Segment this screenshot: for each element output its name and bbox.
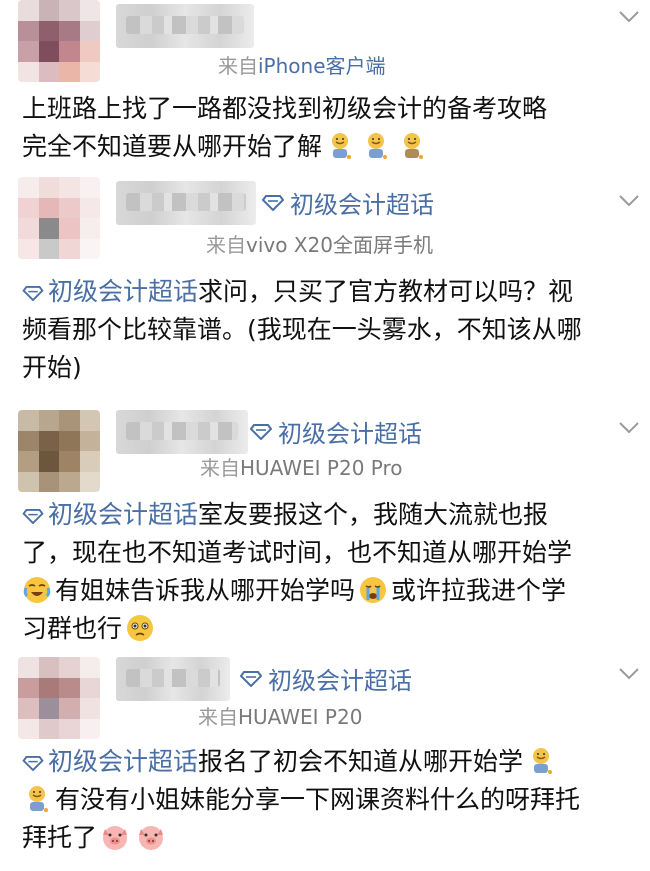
- device-name: HUAWEI P20 Pro: [240, 456, 403, 480]
- sad-face-icon: [533, 748, 553, 774]
- diamond-icon: [250, 423, 272, 440]
- topic-link[interactable]: 初级会计超话: [22, 500, 198, 529]
- sad-face-icon: [332, 133, 352, 159]
- post-text: 初级会计超话求问，只买了官方教材可以吗？视 频看那个比较靠谱。(我现在一头雾水，…: [22, 277, 582, 382]
- avatar[interactable]: [18, 410, 100, 492]
- username-blurred[interactable]: [116, 657, 230, 701]
- avatar[interactable]: [18, 177, 100, 259]
- topic-tag[interactable]: 初级会计超话: [262, 185, 434, 220]
- diamond-icon: [22, 756, 44, 771]
- device-name: HUAWEI P20: [238, 705, 363, 729]
- avatar[interactable]: [18, 657, 100, 739]
- diamond-icon: [22, 509, 44, 524]
- chevron-down-icon[interactable]: [618, 667, 640, 681]
- post-source: 来自iPhone客户端: [218, 54, 386, 78]
- pig-face-icon: [139, 826, 164, 850]
- pleading-face-icon: [127, 615, 154, 641]
- sad-face-icon: [368, 133, 388, 159]
- topic-tag[interactable]: 初级会计超话: [250, 414, 422, 449]
- post-text: 上班路上找了一路都没找到初级会计的备考攻略 完全不知道要从哪开始了解: [22, 94, 548, 161]
- post-source: 来自HUAWEI P20 Pro: [200, 456, 403, 480]
- post-text: 初级会计超话报名了初会不知道从哪开始学 有没有小姐妹能分享一下网课资料什么的呀拜…: [22, 747, 581, 852]
- post-text: 初级会计超话室友要报这个，我随大流就也报 了，现在也不知道考试时间，也不知道从哪…: [22, 500, 573, 643]
- post-source: 来自vivo X20全面屏手机: [206, 233, 433, 257]
- diamond-icon: [240, 670, 262, 687]
- crying-laughing-icon: [23, 577, 51, 603]
- sad-face-icon: [404, 133, 424, 159]
- diamond-icon: [262, 194, 284, 211]
- topic-link[interactable]: 初级会计超话: [22, 277, 198, 306]
- chevron-down-icon[interactable]: [618, 10, 640, 24]
- username-blurred[interactable]: [116, 181, 256, 225]
- device-name: vivo X20全面屏手机: [246, 233, 433, 257]
- avatar[interactable]: [18, 0, 100, 82]
- topic-tag[interactable]: 初级会计超话: [240, 661, 412, 696]
- diamond-icon: [22, 286, 44, 301]
- chevron-down-icon[interactable]: [618, 421, 640, 435]
- sad-face-icon: [29, 786, 48, 812]
- pig-face-icon: [103, 826, 128, 850]
- username-blurred[interactable]: [116, 410, 248, 454]
- username-blurred[interactable]: [116, 4, 254, 48]
- chevron-down-icon[interactable]: [618, 194, 640, 208]
- post-source: 来自HUAWEI P20: [198, 705, 363, 729]
- crying-face-icon: [360, 577, 387, 603]
- device-name[interactable]: iPhone客户端: [258, 54, 386, 78]
- topic-link[interactable]: 初级会计超话: [22, 747, 198, 776]
